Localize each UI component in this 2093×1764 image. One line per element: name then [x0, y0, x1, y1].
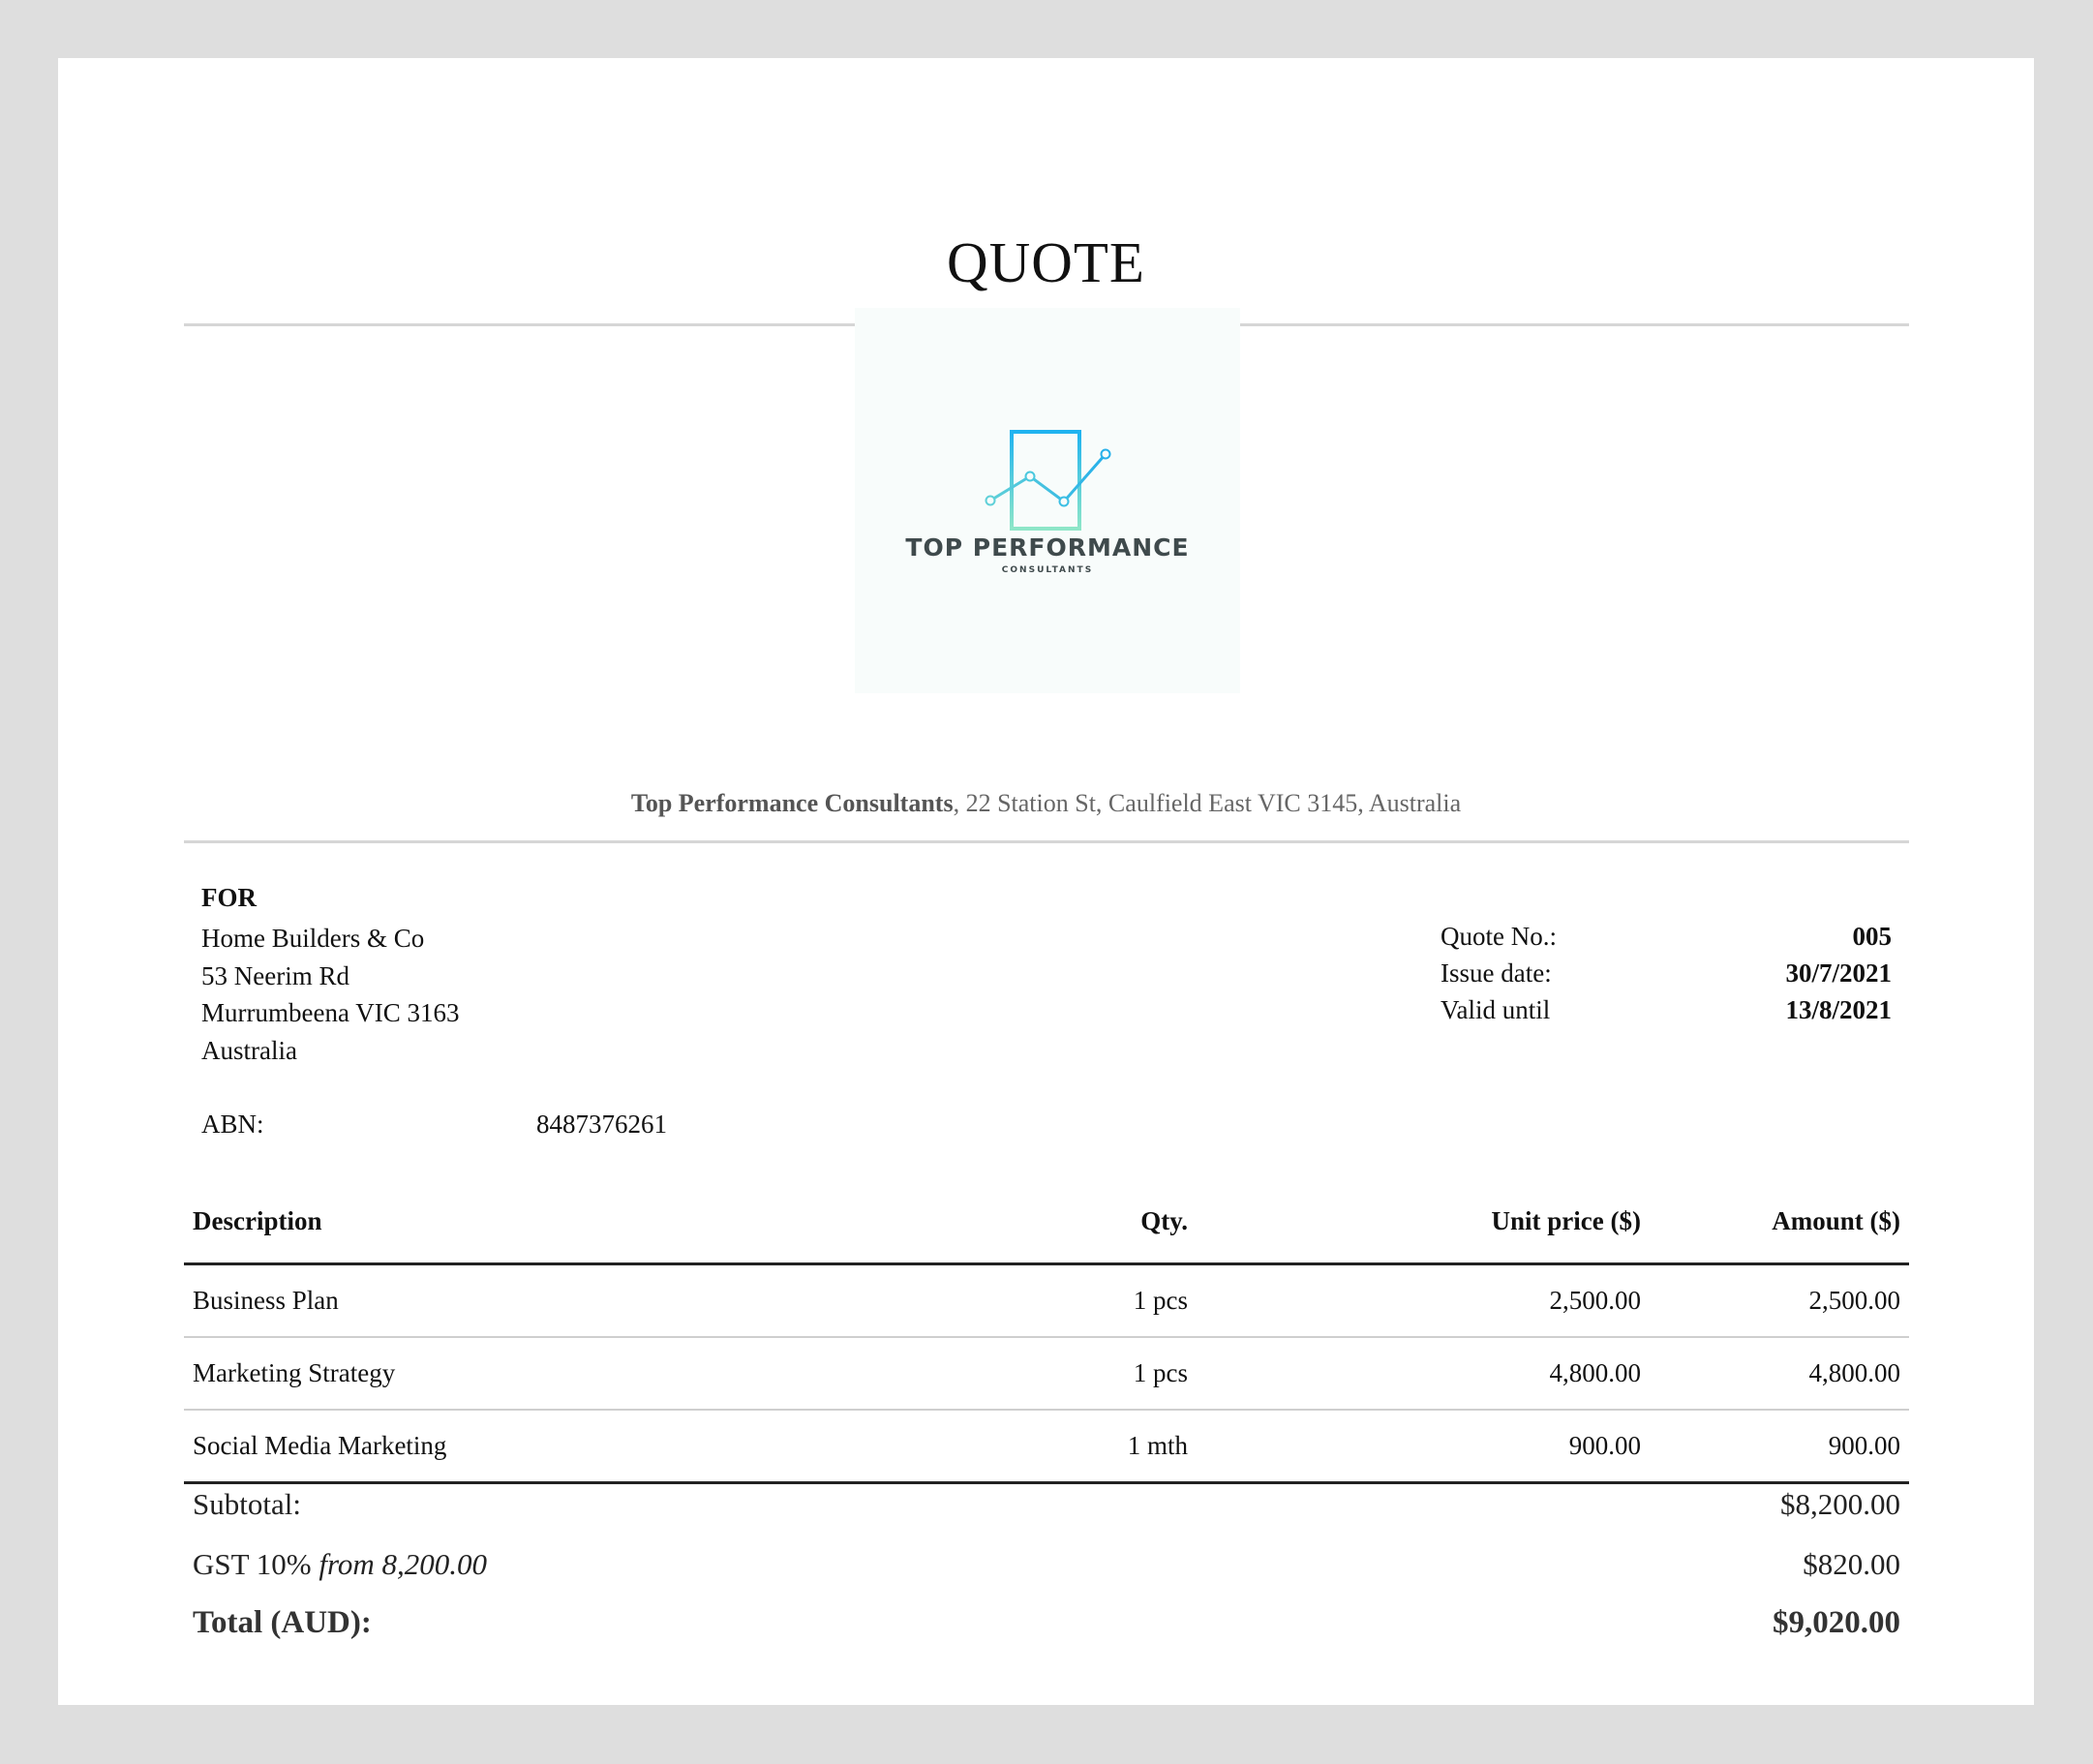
quote-meta-labels: Quote No.: Issue date: Valid until: [1441, 918, 1557, 1028]
row-unit-price: 4,800.00: [1197, 1337, 1650, 1411]
client-label: FOR: [201, 883, 257, 912]
logo-trend-line: [989, 453, 1107, 504]
total-value: $9,020.00: [1773, 1605, 1900, 1640]
table-header-row: Description Qty. Unit price ($) Amount (…: [184, 1189, 1909, 1265]
table-row: Marketing Strategy 1 pcs 4,800.00 4,800.…: [184, 1337, 1909, 1411]
logo-tagline: CONSULTANTS: [1002, 565, 1093, 575]
total-label: Total (AUD):: [193, 1605, 372, 1640]
table-row: Social Media Marketing 1 mth 900.00 900.…: [184, 1410, 1909, 1484]
logo-point: [1100, 448, 1111, 460]
logo-point: [1058, 496, 1070, 507]
row-description: Marketing Strategy: [184, 1337, 937, 1411]
line-items-table: Description Qty. Unit price ($) Amount (…: [184, 1189, 1909, 1484]
abn-value: 8487376261: [536, 1110, 667, 1139]
gst-value: $820.00: [1803, 1547, 1900, 1581]
header-divider: [184, 840, 1909, 843]
issue-date-value: 30/7/2021: [1785, 958, 1892, 988]
client-address: Home Builders & Co 53 Neerim Rd Murrumbe…: [201, 920, 459, 1069]
logo-wordmark: TOP PERFORMANCE: [905, 533, 1189, 562]
quote-number-label: Quote No.:: [1441, 922, 1557, 951]
total-row: Total (AUD): $9,020.00: [193, 1605, 1900, 1641]
header-description: Description: [184, 1189, 937, 1265]
row-unit-price: 900.00: [1197, 1410, 1650, 1484]
header-unit-price: Unit price ($): [1197, 1189, 1650, 1265]
client-name: Home Builders & Co: [201, 924, 425, 953]
logo-point: [1024, 471, 1036, 482]
client-country: Australia: [201, 1035, 297, 1065]
row-qty: 1 pcs: [937, 1263, 1197, 1338]
row-unit-price: 2,500.00: [1197, 1263, 1650, 1338]
row-description: Social Media Marketing: [184, 1410, 937, 1484]
abn-label: ABN:: [201, 1110, 264, 1139]
logo-point: [985, 495, 996, 506]
subtotal-label: Subtotal:: [193, 1487, 301, 1521]
row-qty: 1 mth: [937, 1410, 1197, 1484]
header-amount: Amount ($): [1650, 1189, 1909, 1265]
issue-date-label: Issue date:: [1441, 958, 1552, 988]
quote-meta-values: 005 30/7/2021 13/8/2021: [1704, 918, 1892, 1028]
row-amount: 4,800.00: [1650, 1337, 1909, 1411]
valid-until-value: 13/8/2021: [1785, 995, 1892, 1024]
gst-basis: from 8,200.00: [318, 1547, 487, 1581]
gst-label-group: GST 10% from 8,200.00: [193, 1547, 487, 1582]
company-logo: TOP PERFORMANCE CONSULTANTS: [855, 308, 1240, 693]
client-suburb: Murrumbeena VIC 3163: [201, 998, 460, 1027]
row-qty: 1 pcs: [937, 1337, 1197, 1411]
company-name: Top Performance Consultants: [630, 789, 954, 817]
row-amount: 2,500.00: [1650, 1263, 1909, 1338]
row-amount: 900.00: [1650, 1410, 1909, 1484]
document-title: QUOTE: [947, 230, 1145, 294]
valid-until-label: Valid until: [1441, 995, 1551, 1024]
row-description: Business Plan: [184, 1263, 937, 1338]
gst-label: GST 10%: [193, 1547, 312, 1581]
company-address-line: Top Performance Consultants, 22 Station …: [58, 789, 2034, 818]
gst-row: GST 10% from 8,200.00 $820.00: [193, 1547, 1900, 1582]
quote-page: QUOTE TOP PERFORMANCE CONSULTANTS Top Pe…: [58, 58, 2034, 1705]
company-address: , 22 Station St, Caulfield East VIC 3145…: [953, 789, 1462, 817]
client-street: 53 Neerim Rd: [201, 960, 349, 990]
subtotal-value: $8,200.00: [1780, 1487, 1900, 1521]
header-qty: Qty.: [937, 1189, 1197, 1265]
logo-graphic: TOP PERFORMANCE CONSULTANTS: [905, 430, 1189, 575]
quote-number-value: 005: [1852, 922, 1893, 951]
subtotal-row: Subtotal: $8,200.00: [193, 1487, 1900, 1522]
table-row: Business Plan 1 pcs 2,500.00 2,500.00: [184, 1263, 1909, 1338]
